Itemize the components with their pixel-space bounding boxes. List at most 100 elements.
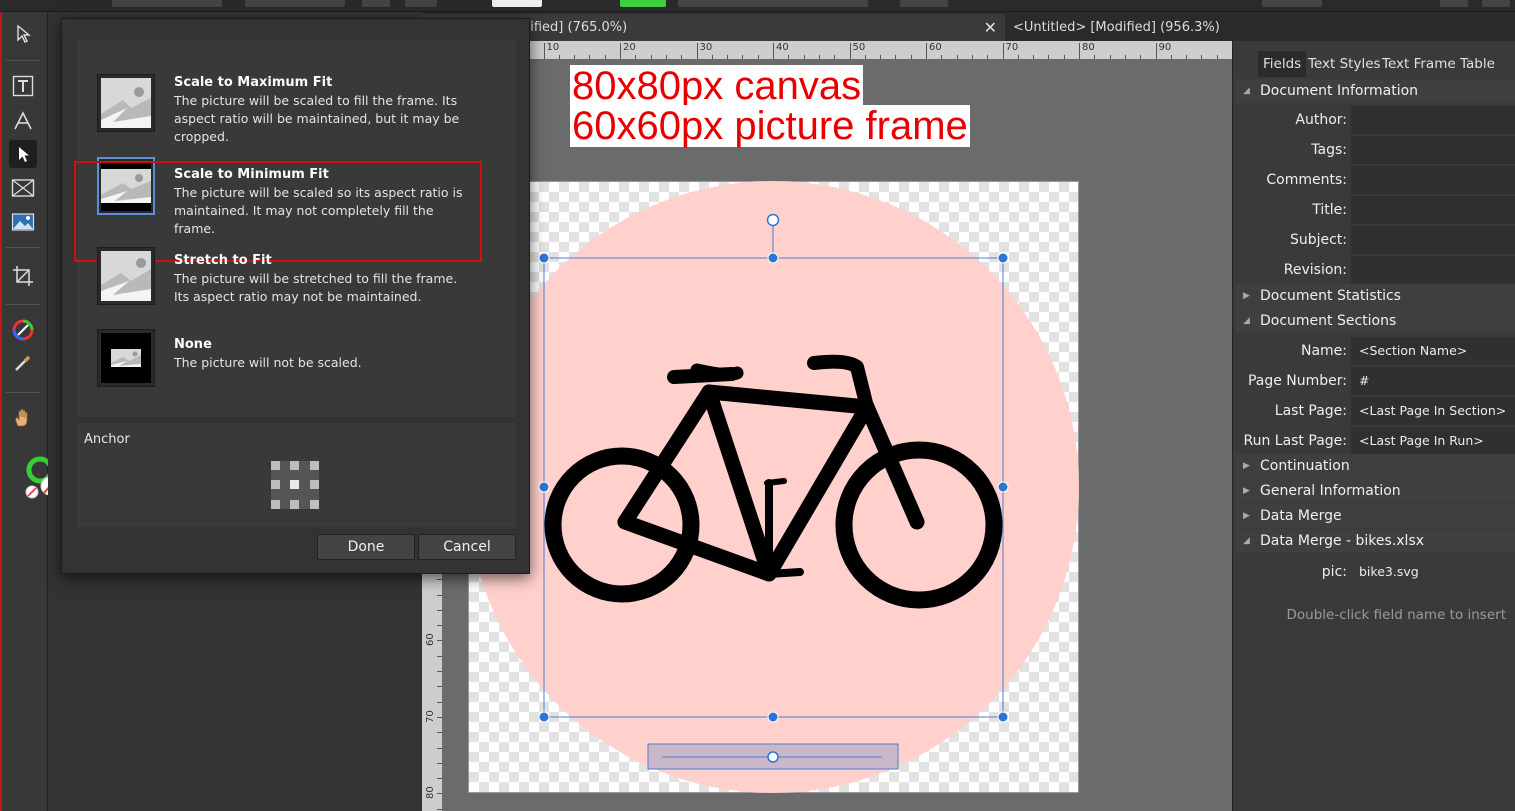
- field-row-revision[interactable]: Revision:: [1235, 255, 1515, 285]
- resize-handle-w: [538, 481, 550, 493]
- field-row-subject[interactable]: Subject:: [1235, 225, 1515, 255]
- field-value[interactable]: #: [1351, 367, 1515, 395]
- eyedropper-icon: [15, 355, 31, 371]
- resize-handle-ne: [997, 252, 1009, 264]
- artistic-text-icon: [14, 111, 32, 130]
- view-hand-tool[interactable]: [9, 404, 37, 432]
- field-row-section-name[interactable]: Name: <Section Name>: [1235, 336, 1515, 366]
- field-value[interactable]: [1351, 226, 1515, 254]
- document-tab-2[interactable]: <Untitled> [Modified] (956.3%): [1005, 14, 1240, 41]
- expanded-arrow-icon: ◢: [1243, 86, 1250, 96]
- option-none[interactable]: None The picture will not be scaled.: [77, 329, 516, 396]
- artwork-layer[interactable]: [442, 59, 1232, 811]
- anchor-point-tl[interactable]: [271, 461, 280, 470]
- close-tab-icon[interactable]: ✕: [984, 14, 997, 41]
- section-general-information[interactable]: ▶ General Information: [1235, 479, 1515, 503]
- anchor-point-tr[interactable]: [310, 461, 319, 470]
- field-value[interactable]: bike3.svg: [1351, 558, 1515, 586]
- done-button[interactable]: Done: [317, 534, 415, 560]
- toolbar-control[interactable]: [362, 0, 390, 7]
- option-scale-to-maximum-fit[interactable]: Scale to Maximum Fit The picture will be…: [77, 74, 516, 144]
- pointer-tool[interactable]: [9, 20, 37, 48]
- resize-handle-e: [997, 481, 1009, 493]
- field-row-last-page[interactable]: Last Page: <Last Page In Section>: [1235, 396, 1515, 426]
- expanded-arrow-icon: ◢: [1243, 536, 1250, 546]
- document-tab-label: dified] (765.0%): [522, 20, 628, 35]
- field-row-author[interactable]: Author:: [1235, 105, 1515, 135]
- toolbar-control[interactable]: [1262, 0, 1322, 7]
- cancel-button[interactable]: Cancel: [418, 534, 516, 560]
- field-row-tags[interactable]: Tags:: [1235, 135, 1515, 165]
- canvas-workspace[interactable]: 80x80px canvas 60x60px picture frame: [442, 59, 1232, 811]
- tab-fields[interactable]: Fields: [1258, 51, 1307, 77]
- option-stretch-to-fit[interactable]: Stretch to Fit The picture will be stret…: [77, 247, 516, 322]
- anchor-point-mr[interactable]: [310, 480, 319, 489]
- rotate-handle: [766, 213, 780, 227]
- section-title: General Information: [1260, 483, 1401, 499]
- crop-tool[interactable]: [9, 262, 37, 290]
- field-value[interactable]: <Last Page In Section>: [1351, 397, 1515, 425]
- collapsed-arrow-icon: ▶: [1243, 511, 1250, 521]
- field-row-title[interactable]: Title:: [1235, 195, 1515, 225]
- horizontal-ruler[interactable]: 102030405060708090100110120130: [442, 41, 1232, 59]
- anchor-point-bc[interactable]: [290, 500, 299, 509]
- tab-text-frame[interactable]: Text Frame: [1377, 51, 1461, 77]
- ruler-label: 60: [929, 42, 942, 53]
- ruler-label: 80: [425, 786, 436, 799]
- toolbar-control[interactable]: [1482, 0, 1510, 7]
- frame-text-tool[interactable]: [9, 72, 37, 100]
- scale-options-popover: Scale to Maximum Fit The picture will be…: [61, 18, 530, 574]
- color-swatch[interactable]: [620, 0, 666, 7]
- node-tool[interactable]: [9, 140, 37, 168]
- eyedropper-tool[interactable]: [9, 349, 37, 377]
- none-scale-icon: [97, 329, 155, 387]
- field-row-comments[interactable]: Comments:: [1235, 165, 1515, 195]
- section-title: Document Statistics: [1260, 288, 1401, 304]
- toolbar-control[interactable]: [900, 0, 948, 7]
- toolbar-control[interactable]: [112, 0, 222, 7]
- section-continuation[interactable]: ▶ Continuation: [1235, 454, 1515, 478]
- field-value[interactable]: <Last Page In Run>: [1351, 427, 1515, 455]
- section-data-merge-file[interactable]: ◢ Data Merge - bikes.xlsx: [1235, 529, 1515, 553]
- section-document-statistics[interactable]: ▶ Document Statistics: [1235, 284, 1515, 308]
- tab-table[interactable]: Table: [1455, 51, 1500, 77]
- option-description: The picture will be stretched to fill th…: [174, 271, 458, 304]
- anchor-point-tc[interactable]: [290, 461, 299, 470]
- toolbar-control[interactable]: [405, 0, 437, 7]
- toolbar-control[interactable]: [1440, 0, 1468, 7]
- picture-frame-tool[interactable]: [9, 174, 37, 202]
- resize-handle-nw: [538, 252, 550, 264]
- anchor-section: Anchor: [77, 423, 516, 527]
- field-value[interactable]: [1351, 166, 1515, 194]
- field-value[interactable]: <Section Name>: [1351, 337, 1515, 365]
- anchor-grid[interactable]: [271, 461, 319, 509]
- field-label: pic:: [1321, 564, 1347, 580]
- toolbar-control[interactable]: [492, 0, 542, 7]
- top-toolbar-strip: [0, 0, 1515, 12]
- place-image-tool[interactable]: [9, 208, 37, 236]
- toolbar-control[interactable]: [678, 0, 868, 7]
- field-label: Run Last Page:: [1243, 433, 1347, 449]
- option-title: Stretch to Fit: [174, 253, 272, 268]
- field-value[interactable]: [1351, 256, 1515, 284]
- field-value[interactable]: [1351, 196, 1515, 224]
- field-value[interactable]: [1351, 106, 1515, 134]
- section-data-merge[interactable]: ▶ Data Merge: [1235, 504, 1515, 528]
- artistic-text-tool[interactable]: [9, 107, 37, 135]
- section-document-sections[interactable]: ◢ Document Sections: [1235, 309, 1515, 333]
- field-row-page-number[interactable]: Page Number: #: [1235, 366, 1515, 396]
- document-tabs: dified] (765.0%) ✕ <Untitled> [Modified]…: [422, 12, 1515, 41]
- tab-text-styles[interactable]: Text Styles: [1303, 51, 1386, 77]
- anchor-point-ml[interactable]: [271, 480, 280, 489]
- field-value[interactable]: [1351, 136, 1515, 164]
- ruler-tick: [1002, 43, 1004, 59]
- anchor-point-bl[interactable]: [271, 500, 280, 509]
- color-picker-tool[interactable]: [9, 316, 37, 344]
- field-row-pic[interactable]: pic: bike3.svg: [1235, 557, 1515, 587]
- anchor-point-br[interactable]: [310, 500, 319, 509]
- anchor-point-center[interactable]: [290, 480, 299, 489]
- section-title: Data Merge - bikes.xlsx: [1260, 533, 1425, 549]
- field-row-run-last-page[interactable]: Run Last Page: <Last Page In Run>: [1235, 426, 1515, 456]
- section-document-information[interactable]: ◢ Document Information: [1235, 79, 1515, 103]
- toolbar-control[interactable]: [245, 0, 345, 7]
